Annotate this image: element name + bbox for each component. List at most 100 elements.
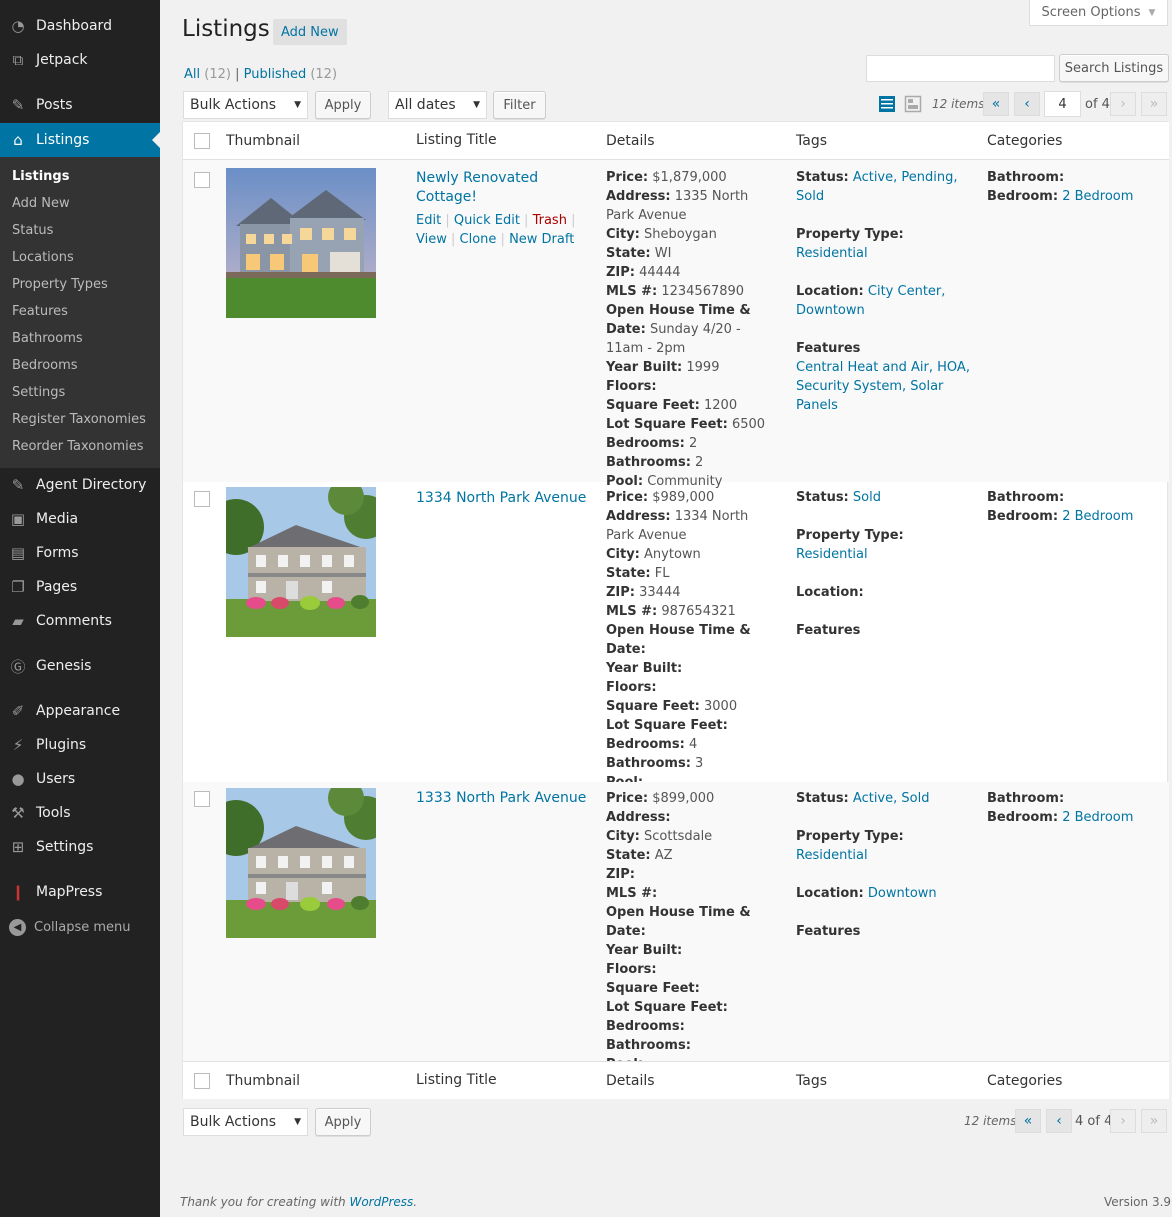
status-link[interactable]: Active, Sold xyxy=(853,791,930,806)
submenu-reorder-taxonomies[interactable]: Reorder Taxonomies xyxy=(12,439,144,454)
bedroom-link[interactable]: 2 Bedroom xyxy=(1062,189,1133,204)
menu-plugins[interactable]: ⚡ Plugins xyxy=(0,728,160,762)
filter-published[interactable]: Published xyxy=(244,67,307,82)
submenu-settings[interactable]: Settings xyxy=(12,385,65,400)
dashboard-icon: ◔ xyxy=(11,17,25,35)
detail-bedrooms: Bedrooms: 2 xyxy=(606,436,698,451)
property-type-link[interactable]: Residential xyxy=(796,547,868,562)
listing-tags: Status: Active, Sold Property Type: Resi… xyxy=(796,789,971,960)
dates-select[interactable]: All dates ▼ xyxy=(388,91,487,119)
wordpress-link[interactable]: WordPress xyxy=(349,1195,413,1209)
first-page-button-bottom[interactable]: « xyxy=(1015,1109,1041,1133)
submenu-add-new[interactable]: Add New xyxy=(12,196,70,211)
items-count: 12 items xyxy=(932,97,985,111)
menu-tools[interactable]: ⚒ Tools xyxy=(0,796,160,830)
column-title[interactable]: Listing Title xyxy=(416,1072,497,1088)
column-tags: Tags xyxy=(796,133,827,149)
submenu-locations[interactable]: Locations xyxy=(12,250,74,265)
detail-square-feet: Square Feet: 1200 xyxy=(606,398,738,413)
column-title[interactable]: Listing Title xyxy=(416,132,497,148)
bulk-actions-select-bottom[interactable]: Bulk Actions ▼ xyxy=(183,1108,308,1136)
listing-title-link[interactable]: 1333 North Park Avenue xyxy=(416,789,591,808)
listing-details: Price: $1,879,000 Address: 1335 North Pa… xyxy=(606,168,776,491)
screen-options-button[interactable]: Screen Options ▼ xyxy=(1029,0,1168,26)
detail-city: City: Scottsdale xyxy=(606,829,713,844)
excerpt-view-icon[interactable] xyxy=(904,95,922,113)
cat-bathroom: Bathroom: xyxy=(987,791,1065,806)
pin-icon: ✎ xyxy=(11,476,25,494)
search-input[interactable] xyxy=(866,55,1055,82)
menu-genesis[interactable]: Ⓖ Genesis xyxy=(0,649,160,683)
menu-forms[interactable]: ▤ Forms xyxy=(0,536,160,570)
tag-status: Status: Active, Pending, Sold xyxy=(796,170,958,204)
trash-link[interactable]: Trash xyxy=(533,213,567,228)
menu-posts[interactable]: ✎ Posts xyxy=(0,88,160,122)
row-checkbox[interactable] xyxy=(194,791,210,807)
table-row: 1333 North Park Avenue Price: $899,000 A… xyxy=(183,782,1169,1072)
last-page-button-bottom[interactable]: » xyxy=(1141,1109,1167,1133)
menu-listings[interactable]: ⌂ Listings xyxy=(0,123,160,157)
bedroom-link[interactable]: 2 Bedroom xyxy=(1062,810,1133,825)
submenu-features[interactable]: Features xyxy=(12,304,68,319)
filter-published-count: (12) xyxy=(310,67,338,82)
submenu-status[interactable]: Status xyxy=(12,223,53,238)
menu-settings[interactable]: ⊞ Settings xyxy=(0,830,160,864)
search-listings-button[interactable]: Search Listings xyxy=(1059,54,1169,82)
detail-bedrooms: Bedrooms: xyxy=(606,1019,685,1034)
add-new-button[interactable]: Add New xyxy=(273,19,347,45)
detail-city: City: Anytown xyxy=(606,547,701,562)
menu-comments[interactable]: ▰ Comments xyxy=(0,604,160,638)
apply-button[interactable]: Apply xyxy=(315,91,371,119)
new-draft-link[interactable]: New Draft xyxy=(509,232,574,247)
location-link[interactable]: Downtown xyxy=(868,886,937,901)
listing-thumbnail[interactable] xyxy=(226,788,376,938)
prev-page-button[interactable]: ‹ xyxy=(1014,92,1040,116)
menu-media[interactable]: ▣ Media xyxy=(0,502,160,536)
status-link[interactable]: Sold xyxy=(853,490,881,505)
edit-link[interactable]: Edit xyxy=(416,213,441,228)
listing-title-link[interactable]: Newly Renovated Cottage! xyxy=(416,169,591,207)
menu-jetpack[interactable]: ⧉ Jetpack xyxy=(0,43,160,77)
wrench-icon: ⚒ xyxy=(11,804,25,822)
menu-users[interactable]: ● Users xyxy=(0,762,160,796)
list-view-icon[interactable] xyxy=(878,95,896,113)
filter-all[interactable]: All xyxy=(184,67,200,82)
row-checkbox[interactable] xyxy=(194,172,210,188)
property-type-link[interactable]: Residential xyxy=(796,848,868,863)
quick-edit-link[interactable]: Quick Edit xyxy=(454,213,520,228)
detail-open-house: Open House Time & Date: xyxy=(606,905,751,939)
last-page-button[interactable]: » xyxy=(1141,92,1167,116)
submenu-property-types[interactable]: Property Types xyxy=(12,277,108,292)
apply-button-bottom[interactable]: Apply xyxy=(315,1108,371,1136)
next-page-button-bottom[interactable]: › xyxy=(1110,1109,1136,1133)
submenu-register-taxonomies[interactable]: Register Taxonomies xyxy=(12,412,146,427)
menu-dashboard[interactable]: ◔ Dashboard xyxy=(0,9,160,43)
listing-tags: Status: Active, Pending, Sold Property T… xyxy=(796,168,971,434)
select-all-checkbox[interactable] xyxy=(194,133,210,149)
next-page-button[interactable]: › xyxy=(1110,92,1136,116)
select-all-checkbox-bottom[interactable] xyxy=(194,1073,210,1089)
submenu-bathrooms[interactable]: Bathrooms xyxy=(12,331,83,346)
first-page-button[interactable]: « xyxy=(983,92,1009,116)
filter-button[interactable]: Filter xyxy=(493,91,546,119)
listing-thumbnail[interactable] xyxy=(226,168,376,318)
current-page-input[interactable]: 4 xyxy=(1044,91,1081,117)
clone-link[interactable]: Clone xyxy=(460,232,497,247)
menu-agent-directory[interactable]: ✎ Agent Directory xyxy=(0,468,160,502)
view-link[interactable]: View xyxy=(416,232,447,247)
bulk-actions-select[interactable]: Bulk Actions ▼ xyxy=(183,91,308,119)
row-checkbox[interactable] xyxy=(194,491,210,507)
collapse-menu[interactable]: ◀ Collapse menu xyxy=(0,915,160,939)
bedroom-link[interactable]: 2 Bedroom xyxy=(1062,509,1133,524)
features-link[interactable]: Central Heat and Air, HOA, Security Syst… xyxy=(796,360,970,413)
property-type-link[interactable]: Residential xyxy=(796,246,868,261)
submenu-bedrooms[interactable]: Bedrooms xyxy=(12,358,78,373)
menu-mappress[interactable]: ❙ MapPress xyxy=(0,875,160,909)
prev-page-button-bottom[interactable]: ‹ xyxy=(1046,1109,1072,1133)
filter-all-count: (12) xyxy=(204,67,231,82)
menu-appearance[interactable]: ✐ Appearance xyxy=(0,694,160,728)
menu-pages[interactable]: ❐ Pages xyxy=(0,570,160,604)
listing-title-link[interactable]: 1334 North Park Avenue xyxy=(416,489,591,508)
listing-thumbnail[interactable] xyxy=(226,487,376,637)
submenu-listings[interactable]: Listings xyxy=(12,169,69,184)
